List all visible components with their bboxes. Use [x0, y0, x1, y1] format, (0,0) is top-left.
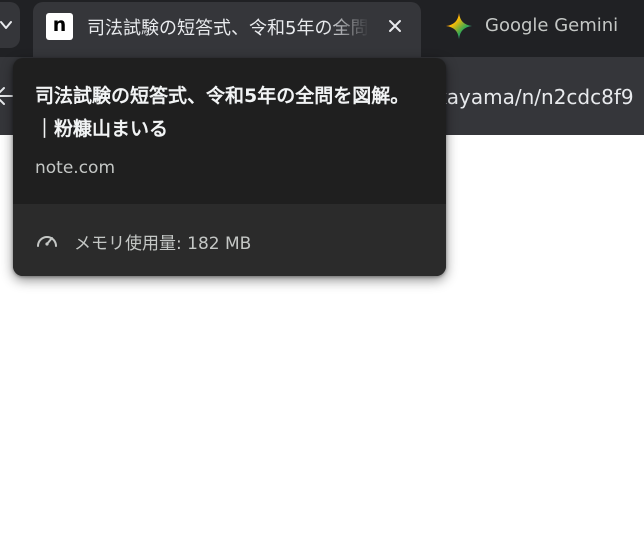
tab-search-button[interactable] [0, 2, 20, 48]
hover-card-domain: note.com [35, 158, 116, 178]
hover-card-footer: メモリ使用量: 182 MB [13, 204, 446, 276]
tab-google-gemini[interactable]: Google Gemini [430, 2, 644, 48]
tab-hover-card: 司法試験の短答式、令和5年の全問を図解。｜粉糠山まいる note.com メモリ… [13, 58, 446, 276]
browser-window: n 司法試験の短答式、令和5年の全問を図解。｜粉糠山まいる [0, 0, 644, 547]
close-icon [389, 20, 401, 32]
gemini-sparkle-icon [446, 13, 472, 39]
memory-usage-text: メモリ使用量: 182 MB [74, 234, 252, 254]
hover-card-title: 司法試験の短答式、令和5年の全問を図解。｜粉糠山まいる [35, 85, 410, 140]
favicon-letter: n [52, 14, 67, 36]
address-bar-url[interactable]: ikayama/n/n2cdc8f9 [430, 85, 634, 109]
tab-active[interactable]: n 司法試験の短答式、令和5年の全問を図解。｜粉糠山まいる [33, 2, 421, 57]
tab-title: Google Gemini [485, 15, 619, 36]
tab-close-button[interactable] [382, 13, 408, 39]
tab-strip: n 司法試験の短答式、令和5年の全問を図解。｜粉糠山まいる [0, 0, 644, 57]
gauge-icon [37, 236, 57, 247]
back-arrow-icon[interactable] [0, 85, 14, 107]
tab-title: 司法試験の短答式、令和5年の全問を図解。｜粉糠山まいる [87, 18, 369, 39]
note-favicon-icon: n [46, 13, 73, 40]
chevron-down-icon [0, 21, 12, 29]
